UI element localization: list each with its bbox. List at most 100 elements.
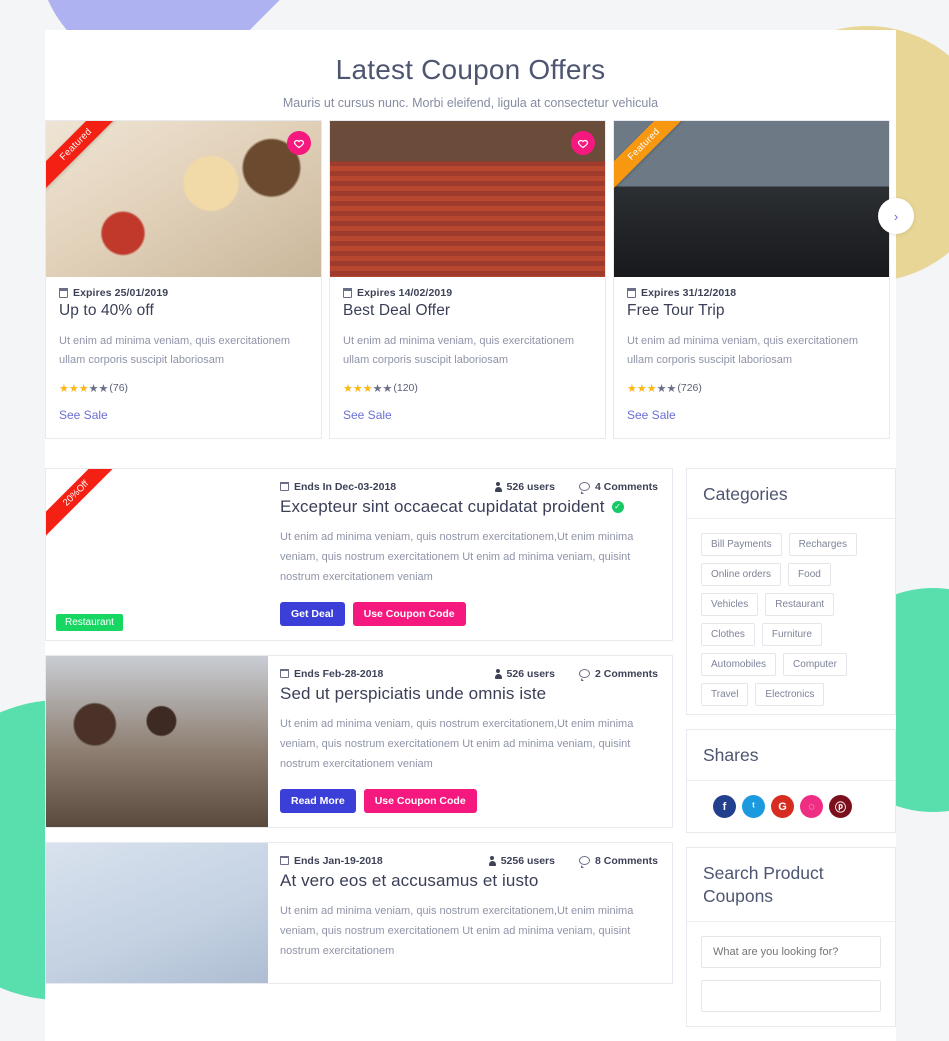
deals-list: 20%Off Restaurant Ends In Dec-03-2018 526 u… (45, 467, 673, 1041)
deal-description: Ut enim ad minima veniam, quis nostrum e… (280, 717, 634, 771)
see-sale-link[interactable]: See Sale (59, 408, 108, 422)
user-icon (488, 855, 496, 866)
user-icon (494, 481, 502, 492)
offer-expiry: Expires 14/02/2019 (342, 287, 592, 299)
verified-icon: ✓ (611, 500, 624, 513)
use-coupon-code-button[interactable]: Use Coupon Code (363, 788, 477, 813)
offer-card[interactable]: Featured Expires 31/12/2018 Free Tour Trip… (613, 120, 890, 439)
category-tag[interactable]: Food (788, 563, 831, 587)
deal-end-date-text: Ends Feb-28-2018 (294, 667, 384, 680)
deal-end-date: Ends Feb-28-2018 (279, 667, 384, 680)
category-tag[interactable]: Travel (701, 683, 749, 707)
offer-card[interactable]: Expires 14/02/2019 Best Deal Offer Ut enim… (329, 120, 606, 439)
deal-primary-button[interactable]: Get Deal (280, 601, 345, 626)
offer-expiry: Expires 25/01/2019 (58, 287, 308, 299)
google-plus-icon[interactable]: G (771, 795, 794, 818)
deal-description: Ut enim ad minima veniam, quis nostrum e… (280, 530, 634, 584)
deal-comments: 4 Comments (578, 481, 658, 494)
lower-section: 20%Off Restaurant Ends In Dec-03-2018 526 u… (45, 445, 896, 1041)
favorite-heart-button[interactable] (287, 131, 311, 155)
deal-image: 20%Off Restaurant (46, 468, 268, 640)
deal-title-text: At vero eos et accusamus et iusto (280, 870, 539, 890)
deal-comments: 2 Comments (578, 668, 658, 681)
rating-star: ★ (646, 382, 657, 395)
deal-title-text: Sed ut perspiciatis unde omnis iste (280, 683, 547, 703)
dribbble-icon[interactable]: ◌ (800, 795, 823, 818)
category-tag[interactable]: Restaurant (765, 593, 835, 617)
comment-icon (578, 856, 590, 868)
deal-primary-button[interactable]: Read More (280, 788, 356, 813)
see-sale-link[interactable]: See Sale (343, 408, 392, 422)
favorite-heart-button[interactable] (571, 131, 595, 155)
search-input-secondary[interactable] (701, 979, 881, 1012)
rating-star: ★ (382, 382, 393, 395)
category-badge: Restaurant (56, 613, 123, 631)
twitter-icon[interactable]: ᵗ (742, 795, 765, 818)
widget-shares: Shares f ᵗ G ◌ ⓟ (686, 729, 896, 833)
offer-description: Ut enim ad minima veniam, quis exercitat… (627, 335, 859, 367)
rating-star: ★ (343, 382, 353, 395)
calendar-icon (626, 288, 636, 298)
deal-body: Ends Feb-28-2018 526 users 2 Comments Sed u… (268, 656, 672, 827)
calendar-icon (279, 668, 289, 679)
offer-image: Featured (614, 121, 889, 277)
carousel-next-button[interactable]: › (878, 198, 914, 234)
category-tag-list: Bill Payments Recharges Online orders Food V… (701, 533, 881, 707)
sidebar: Categories Bill Payments Recharges Online … (686, 467, 896, 1041)
offer-expiry-text: Expires 14/02/2019 (357, 287, 453, 299)
deal-list-item[interactable]: 20%Off Restaurant Ends In Dec-03-2018 526 u… (45, 467, 673, 641)
widget-search: Search Product Coupons (686, 847, 896, 1027)
rating-star: ★ (352, 382, 363, 395)
shares-header: Shares (687, 730, 895, 781)
offer-image: Featured (46, 121, 321, 277)
category-tag[interactable]: Recharges (788, 533, 857, 557)
category-tag[interactable]: Bill Payments (701, 533, 782, 557)
rating-star: ★ (636, 382, 647, 395)
offer-photo (330, 121, 605, 277)
pinterest-icon[interactable]: ⓟ (829, 795, 852, 818)
user-icon (494, 668, 502, 679)
offer-title: Free Tour Trip (627, 302, 725, 319)
category-tag[interactable]: Electronics (755, 683, 825, 707)
rating-star: ★ (98, 382, 109, 395)
offer-expiry: Expires 31/12/2018 (626, 287, 876, 299)
widget-categories: Categories Bill Payments Recharges Online … (686, 467, 896, 716)
category-tag[interactable]: Online orders (701, 563, 782, 587)
deal-actions: Read More Use Coupon Code (280, 788, 658, 813)
page-subtitle: Mauris ut cursus nunc. Morbi eleifend, l… (282, 96, 659, 110)
page-container: Latest Coupon Offers Mauris ut cursus nu… (45, 30, 914, 1041)
deal-list-item[interactable]: Ends Feb-28-2018 526 users 2 Comments Sed u… (45, 654, 673, 828)
heart-icon (577, 139, 589, 149)
facebook-icon[interactable]: f (713, 795, 736, 818)
category-tag[interactable]: Automobiles (701, 653, 777, 677)
category-tag[interactable]: Vehicles (701, 593, 759, 617)
deal-list-item[interactable]: Ends Jan-19-2018 5256 users 8 Comments At v… (45, 841, 673, 984)
search-input[interactable] (701, 935, 881, 968)
heart-icon (293, 139, 305, 149)
category-tag[interactable]: Clothes (701, 623, 755, 647)
offer-body: Expires 25/01/2019 Up to 40% off Ut enim a… (46, 277, 321, 438)
use-coupon-code-button[interactable]: Use Coupon Code (352, 601, 466, 626)
rating-star: ★ (666, 382, 677, 395)
deal-end-date: Ends Jan-19-2018 (279, 855, 383, 867)
offer-title: Best Deal Offer (343, 302, 451, 319)
rating-star: ★ (627, 382, 637, 395)
offer-card[interactable]: Featured Expires 25/01/2019 Up to 40% off U… (45, 120, 322, 439)
offer-image (330, 121, 605, 277)
deal-body: Ends Jan-19-2018 5256 users 8 Comments At v… (268, 843, 672, 983)
category-tag[interactable]: Computer (783, 653, 847, 677)
category-tag[interactable]: Furniture (761, 623, 822, 647)
rating-star: ★ (68, 382, 79, 395)
shares-title: Shares (703, 745, 759, 766)
deal-users-text: 5256 users (500, 854, 555, 867)
search-title: Search Product Coupons (703, 863, 824, 906)
offer-title: Up to 40% off (59, 302, 154, 319)
deal-image (46, 842, 268, 983)
rating-count: (726) (677, 382, 702, 394)
offer-expiry-text: Expires 25/01/2019 (73, 287, 169, 299)
deal-body: Ends In Dec-03-2018 526 users 4 Comments Ex… (268, 469, 672, 640)
deal-users: 526 users (494, 668, 555, 680)
categories-body: Bill Payments Recharges Online orders Food V… (687, 519, 895, 714)
see-sale-link[interactable]: See Sale (627, 408, 676, 422)
deal-description: Ut enim ad minima veniam, quis nostrum e… (280, 904, 634, 958)
